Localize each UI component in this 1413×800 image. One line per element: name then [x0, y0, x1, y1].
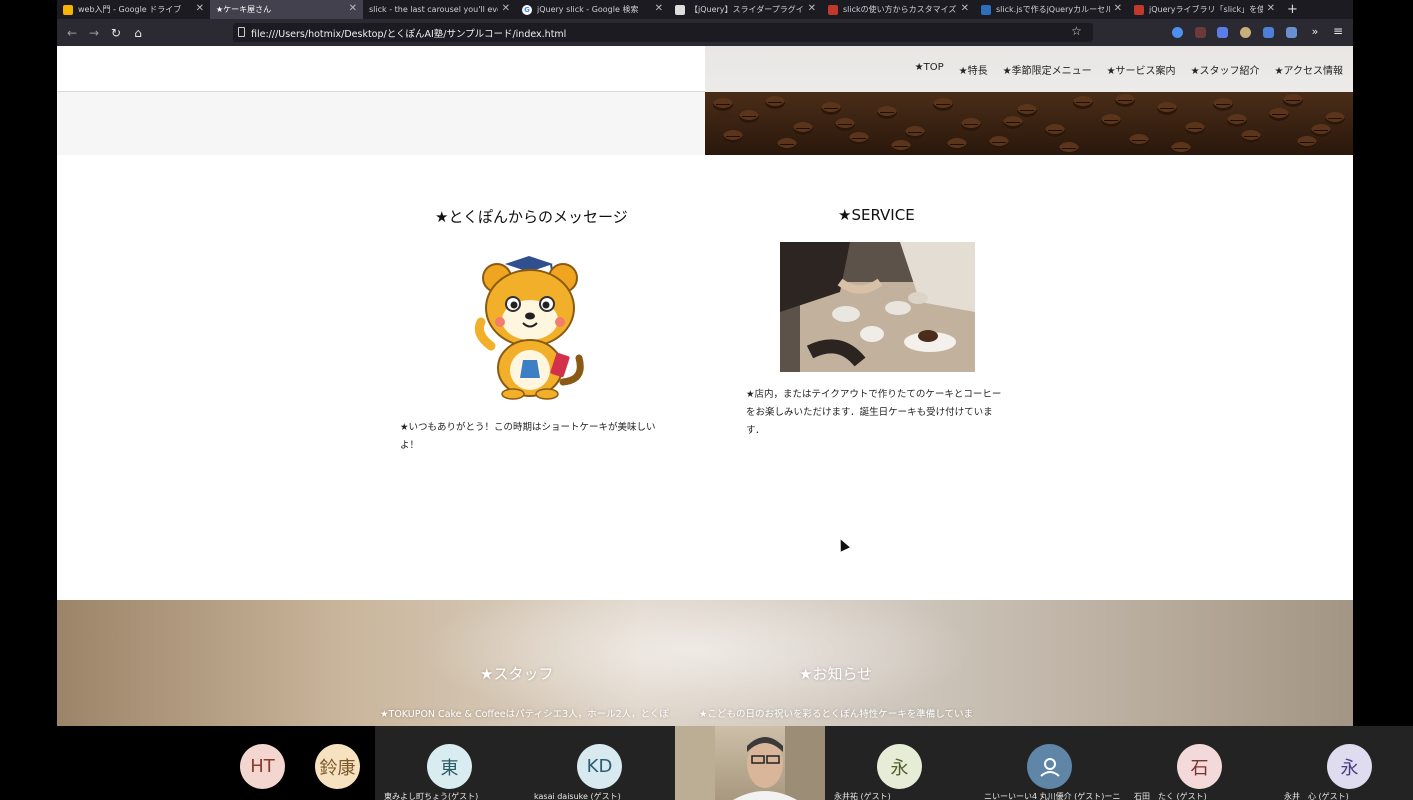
extension-icon[interactable]	[1286, 27, 1297, 38]
staff-news-section: ★スタッフ ★お知らせ ★TOKUPON Cake & Coffeeはパティシエ…	[57, 600, 1353, 726]
message-title: ★とくぽんからのメッセージ	[435, 208, 628, 226]
forward-icon[interactable]: →	[83, 26, 105, 40]
tab-title: slick - the last carousel you'll ever n	[369, 5, 498, 14]
header-left	[57, 46, 705, 92]
extension-icon[interactable]	[1263, 27, 1274, 38]
participant-video	[675, 726, 825, 800]
overflow-chevron-icon[interactable]: »	[1304, 25, 1326, 38]
participant-avatar[interactable]: 鈴康	[315, 744, 360, 789]
tab-title: 【jQuery】スライダープラグイン	[690, 5, 804, 14]
close-icon[interactable]: ✕	[349, 3, 357, 14]
nav-staff-link[interactable]: ★スタッフ紹介	[1191, 62, 1260, 77]
close-icon[interactable]: ✕	[961, 3, 969, 14]
web-page: ★TOP ★特長 ★季節限定メニュー ★サービス案内 ★スタッフ紹介 ★アクセス…	[57, 46, 1353, 726]
extension-icon[interactable]	[1195, 27, 1206, 38]
news-title: ★お知らせ	[799, 665, 873, 683]
site-icon	[828, 4, 838, 15]
menu-icon[interactable]: ≡	[1327, 24, 1349, 38]
browser-window: web入門 - Google ドライブ ✕ ★ケーキ屋さん ✕ slick - …	[57, 0, 1353, 726]
participant-name: 東みよし町ちょう(ゲスト)	[384, 792, 479, 800]
participant-tile[interactable]: 永 永井祐 (ゲスト)	[825, 726, 975, 800]
close-icon[interactable]: ✕	[808, 3, 816, 14]
nav-seasonal-menu-link[interactable]: ★季節限定メニュー	[1003, 62, 1092, 77]
tab-title: jQueryライブラリ「slick」を使っ	[1149, 5, 1263, 14]
mouse-cursor-icon	[836, 537, 850, 552]
nav-services-link[interactable]: ★サービス案内	[1107, 62, 1176, 77]
url-text: file:///Users/hotmix/Desktop/とくぽんAI塾/サンプ…	[251, 28, 567, 40]
new-tab-icon[interactable]: +	[1287, 2, 1298, 17]
close-icon[interactable]: ✕	[502, 3, 510, 14]
close-icon[interactable]: ✕	[655, 3, 663, 14]
tab-cake-shop[interactable]: ★ケーキ屋さん ✕	[210, 0, 363, 19]
screen: web入門 - Google ドライブ ✕ ★ケーキ屋さん ✕ slick - …	[0, 0, 1413, 800]
message-text: ★いつもありがとう！この時期はショートケーキが美味しいよ！	[400, 422, 656, 451]
bookmark-star-icon[interactable]: ☆	[1071, 24, 1082, 38]
participant-tile[interactable]: KD kasai daisuke (ゲスト)	[525, 726, 675, 800]
close-icon[interactable]: ✕	[196, 3, 204, 14]
tab-google-search[interactable]: G jQuery slick - Google 検索 ✕	[516, 0, 669, 19]
nav-features-link[interactable]: ★特長	[959, 62, 988, 77]
participant-name: 永井 心 (ゲスト)	[1284, 792, 1349, 800]
meeting-participant-strip: HT 鈴康 東 東みよし町ちょう(ゲスト) KD kasai daisuke (…	[0, 726, 1413, 800]
participant-name: 永井祐 (ゲスト)	[834, 792, 891, 800]
close-icon[interactable]: ✕	[1114, 3, 1122, 14]
service-title: ★SERVICE	[838, 206, 915, 224]
tab-title: slick.jsで作るjQueryカルーセルス	[996, 5, 1110, 14]
participant-avatar: 石	[1177, 744, 1222, 789]
site-icon	[675, 4, 685, 15]
site-icon	[1134, 4, 1144, 15]
news-text: ★こどもの日のお祝いを彩るとくぽん特性ケーキを準備していま	[699, 709, 973, 720]
participant-name: 石田 たく (ゲスト)	[1134, 792, 1207, 800]
site-icon	[981, 4, 991, 15]
service-photo	[780, 242, 975, 372]
participant-name: ニいーいーい4 丸川優介 (ゲスト)ーニ	[984, 792, 1121, 800]
participant-avatar: 永	[877, 744, 922, 789]
participant-video-tile[interactable]	[675, 726, 825, 800]
extension-icon[interactable]	[1217, 27, 1228, 38]
tab-google-drive[interactable]: web入門 - Google ドライブ ✕	[57, 0, 210, 19]
participant-tile[interactable]: 永 永井 心 (ゲスト)	[1275, 726, 1413, 800]
tab-slider-plugin[interactable]: 【jQuery】スライダープラグイン ✕	[669, 0, 822, 19]
nav-access-link[interactable]: ★アクセス情報	[1275, 62, 1343, 77]
coffee-beans-image	[705, 92, 1353, 155]
back-icon[interactable]: ←	[61, 26, 83, 40]
tab-title: web入門 - Google ドライブ	[78, 5, 182, 14]
participant-tile[interactable]: ニいーいーい4 丸川優介 (ゲスト)ーニ	[975, 726, 1125, 800]
header-left-band	[57, 92, 705, 155]
participant-name: kasai daisuke (ゲスト)	[534, 792, 621, 800]
reload-icon[interactable]: ↻	[105, 26, 127, 40]
tab-slick-customize[interactable]: slickの使い方からカスタマイズま ✕	[822, 0, 975, 19]
document-icon	[238, 27, 245, 37]
staff-title: ★スタッフ	[480, 665, 554, 683]
participant-avatar[interactable]: HT	[240, 744, 285, 789]
tab-slick-carousel[interactable]: slick - the last carousel you'll ever n …	[363, 0, 516, 19]
site-navigation: ★TOP ★特長 ★季節限定メニュー ★サービス案内 ★スタッフ紹介 ★アクセス…	[900, 62, 1343, 77]
close-icon[interactable]: ✕	[1267, 3, 1275, 14]
address-bar[interactable]: file:///Users/hotmix/Desktop/とくぽんAI塾/サンプ…	[233, 23, 1093, 42]
participant-tile[interactable]: 東 東みよし町ちょう(ゲスト)	[375, 726, 525, 800]
tab-title: slickの使い方からカスタマイズま	[843, 5, 957, 14]
person-icon	[1039, 757, 1060, 777]
participant-tile[interactable]: 石 石田 たく (ゲスト)	[1125, 726, 1275, 800]
tab-jquery-library[interactable]: jQueryライブラリ「slick」を使っ ✕	[1128, 0, 1281, 19]
google-icon: G	[522, 4, 532, 15]
tokupon-mascot-image	[474, 256, 584, 400]
participant-avatar: KD	[577, 744, 622, 789]
participant-avatar	[1027, 744, 1072, 789]
participant-avatar: 永	[1327, 744, 1372, 789]
participant-avatar: 東	[427, 744, 472, 789]
navigation-bar: ← → ↻ ⌂ file:///Users/hotmix/Desktop/とくぽ…	[57, 19, 1353, 46]
home-icon[interactable]: ⌂	[127, 26, 149, 40]
extension-icon[interactable]	[1172, 27, 1183, 38]
google-drive-icon	[63, 4, 73, 15]
staff-text: ★TOKUPON Cake & Coffeeはパティシエ3人，ホール2人，とくぽ	[380, 709, 669, 720]
tab-bar: web入門 - Google ドライブ ✕ ★ケーキ屋さん ✕ slick - …	[57, 0, 1353, 19]
service-text: ★店内，またはテイクアウトで作りたてのケーキとコーヒーをお楽しみいただけます．誕…	[746, 389, 1002, 436]
tab-title: ★ケーキ屋さん	[216, 5, 272, 14]
tab-slick-js[interactable]: slick.jsで作るjQueryカルーセルス ✕	[975, 0, 1128, 19]
tab-title: jQuery slick - Google 検索	[537, 5, 639, 14]
extension-icon[interactable]	[1240, 27, 1251, 38]
nav-top-link[interactable]: ★TOP	[915, 62, 944, 77]
